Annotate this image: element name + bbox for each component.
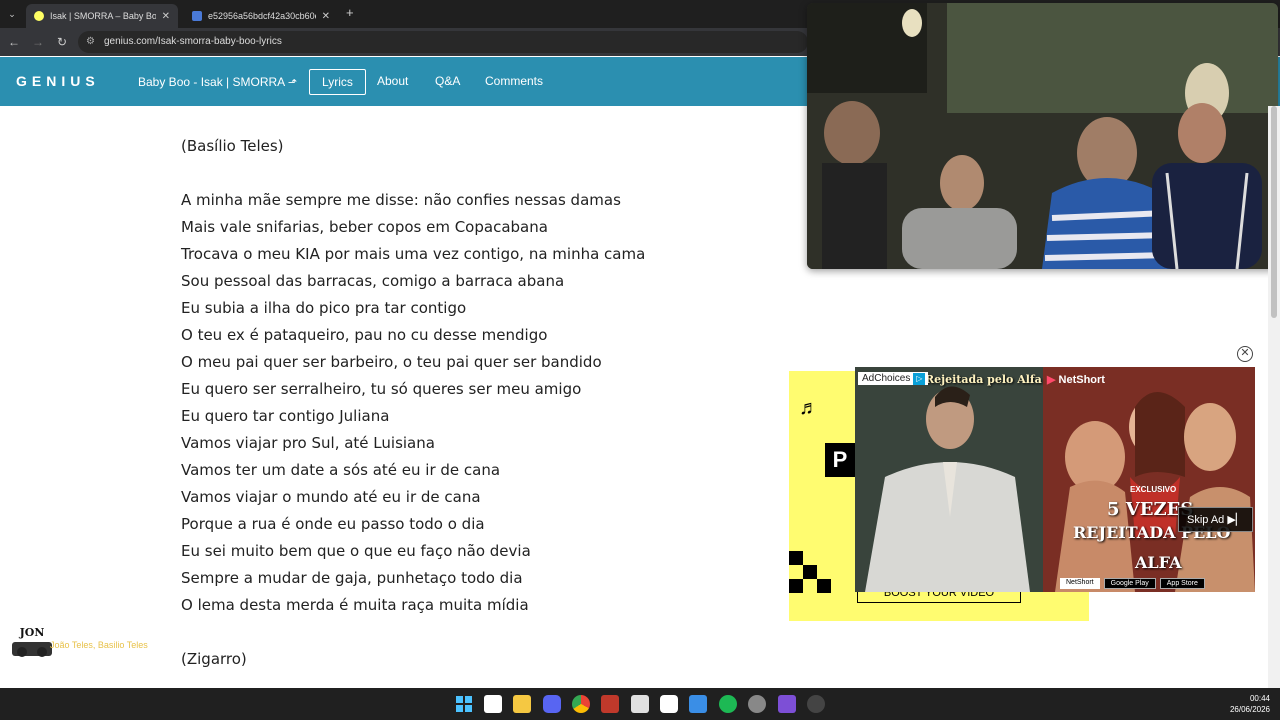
tab-second[interactable]: e52956a56bdcf42a30cb60e12a ✕ bbox=[184, 4, 338, 28]
genius-logo[interactable]: GENIUS bbox=[16, 73, 100, 89]
photos-icon[interactable] bbox=[689, 695, 707, 713]
clock-time: 00:44 bbox=[1249, 694, 1270, 703]
scrollbar-thumb[interactable] bbox=[1271, 106, 1277, 318]
app-store-badge[interactable]: App Store bbox=[1159, 578, 1205, 589]
store-icon[interactable] bbox=[484, 695, 502, 713]
lyric-line[interactable]: A minha mãe sempre me disse: não confies… bbox=[181, 191, 781, 218]
ad-letter-block: P bbox=[825, 443, 855, 477]
lyric-line[interactable]: Vamos viajar pro Sul, até Luisiana bbox=[181, 434, 781, 461]
obs-icon[interactable] bbox=[807, 695, 825, 713]
lyric-line[interactable]: O meu pai quer ser barbeiro, o teu pai q… bbox=[181, 353, 781, 380]
page-favicon-icon bbox=[192, 11, 202, 21]
tab-genius[interactable]: Isak | SMORRA – Baby Boo Lyrics ✕ bbox=[26, 4, 178, 28]
file-explorer-icon[interactable] bbox=[513, 695, 531, 713]
video-app-icon[interactable] bbox=[601, 695, 619, 713]
skip-ad-button[interactable]: Skip Ad ▶▏ bbox=[1178, 507, 1254, 532]
netshort-logo: ▶ NetShort bbox=[1047, 374, 1105, 386]
ad-top-text: Rejeitada pelo Alfa bbox=[925, 373, 1042, 386]
grid-app-icon[interactable] bbox=[778, 695, 796, 713]
tab-comments[interactable]: Comments bbox=[473, 69, 555, 95]
chrome-icon[interactable] bbox=[572, 695, 590, 713]
lyric-line[interactable]: Eu quero ser serralheiro, tu só queres s… bbox=[181, 380, 781, 407]
discord-icon[interactable] bbox=[543, 695, 561, 713]
capcut-icon[interactable] bbox=[660, 695, 678, 713]
settings-icon[interactable] bbox=[748, 695, 766, 713]
skip-next-icon: ▶▏ bbox=[1227, 514, 1245, 526]
lyric-line[interactable]: Eu quero tar contigo Juliana bbox=[181, 407, 781, 434]
music-note-icon: ♬ bbox=[799, 397, 819, 419]
adchoices-icon: ▷ bbox=[913, 373, 926, 385]
netshort-video-ad[interactable]: Rejeitada pelo Alfa ▶ NetShort EXCLUSIVO… bbox=[855, 367, 1255, 592]
lyric-line[interactable]: O teu ex é pataqueiro, pau no cu desse m… bbox=[181, 326, 781, 353]
close-ad-icon[interactable]: ✕ bbox=[1237, 346, 1253, 362]
song-title[interactable]: Baby Boo - Isak | SMORRA ⬏ bbox=[138, 75, 297, 89]
webcam-video bbox=[807, 3, 1278, 269]
site-info-icon[interactable]: ⚙ bbox=[86, 31, 95, 53]
genius-favicon-icon bbox=[34, 11, 44, 21]
section-header: (Zigarro) bbox=[181, 650, 247, 668]
close-tab-icon[interactable]: ✕ bbox=[162, 11, 170, 22]
tab-about[interactable]: About bbox=[365, 69, 420, 95]
lyric-line[interactable]: Eu sei muito bem que o que eu faço não d… bbox=[181, 542, 781, 569]
lyric-line[interactable]: Trocava o meu KIA por mais uma vez conti… bbox=[181, 245, 781, 272]
windows-taskbar: 00:44 26/06/2026 bbox=[0, 688, 1280, 720]
lyric-line[interactable]: Porque a rua é onde eu passo todo o dia bbox=[181, 515, 781, 542]
svg-text:JON: JON bbox=[19, 626, 45, 639]
tab-list-dropdown-button[interactable]: ⌄ bbox=[4, 6, 20, 22]
arrow-up-icon: ⬏ bbox=[287, 77, 298, 89]
page-scrollbar[interactable] bbox=[1268, 106, 1280, 688]
section-header: (Basílio Teles) bbox=[181, 137, 284, 155]
lyric-line[interactable]: Eu subia a ilha do pico pra tar contigo bbox=[181, 299, 781, 326]
adchoices-label[interactable]: AdChoices ▷ bbox=[858, 372, 929, 385]
calculator-icon[interactable] bbox=[631, 695, 649, 713]
forward-icon[interactable]: → bbox=[30, 34, 46, 50]
pixel-pattern-icon bbox=[789, 551, 837, 606]
system-clock[interactable]: 00:44 26/06/2026 bbox=[1230, 693, 1270, 715]
lyric-line[interactable]: Sou pessoal das barracas, comigo a barra… bbox=[181, 272, 781, 299]
clock-date: 26/06/2026 bbox=[1229, 705, 1270, 714]
back-icon[interactable]: ← bbox=[6, 34, 22, 50]
channel-name: João Teles, Basilio Teles bbox=[50, 640, 148, 650]
url-text: genius.com/Isak-smorra-baby-boo-lyrics bbox=[104, 36, 282, 47]
lyric-line[interactable]: Vamos ter um date a sós até eu ir de can… bbox=[181, 461, 781, 488]
lyric-line[interactable]: O lema desta merda é muita raça muita mí… bbox=[181, 596, 781, 623]
lyric-line[interactable]: Mais vale snifarias, beber copos em Copa… bbox=[181, 218, 781, 245]
ad-headline: ALFA bbox=[1135, 553, 1182, 572]
tab-title: e52956a56bdcf42a30cb60e12a bbox=[208, 11, 316, 21]
lyric-line[interactable]: Sempre a mudar de gaja, punhetaço todo d… bbox=[181, 569, 781, 596]
address-bar[interactable]: ⚙ genius.com/Isak-smorra-baby-boo-lyrics bbox=[78, 31, 808, 53]
tab-lyrics[interactable]: Lyrics bbox=[309, 69, 366, 95]
tab-qa[interactable]: Q&A bbox=[423, 69, 472, 95]
store-badges: NetShort Google Play App Store bbox=[1060, 578, 1205, 589]
tab-title: Isak | SMORRA – Baby Boo Lyrics bbox=[50, 11, 156, 21]
google-play-badge[interactable]: Google Play bbox=[1103, 578, 1156, 589]
close-tab-icon[interactable]: ✕ bbox=[322, 11, 330, 22]
lyrics-body: (Basílio Teles) A minha mãe sempre me di… bbox=[181, 137, 781, 677]
netshort-logo-icon: ▶ bbox=[1047, 374, 1059, 386]
reload-icon[interactable]: ↻ bbox=[54, 34, 70, 50]
start-menu-icon[interactable] bbox=[455, 695, 473, 713]
netshort-badge[interactable]: NetShort bbox=[1060, 578, 1100, 589]
spotify-icon[interactable] bbox=[719, 695, 737, 713]
channel-avatar: JON bbox=[12, 622, 52, 658]
lyric-line[interactable]: Vamos viajar o mundo até eu ir de cana bbox=[181, 488, 781, 515]
new-tab-button[interactable]: + bbox=[346, 5, 354, 20]
exclusive-badge: EXCLUSIVO bbox=[1130, 485, 1177, 494]
